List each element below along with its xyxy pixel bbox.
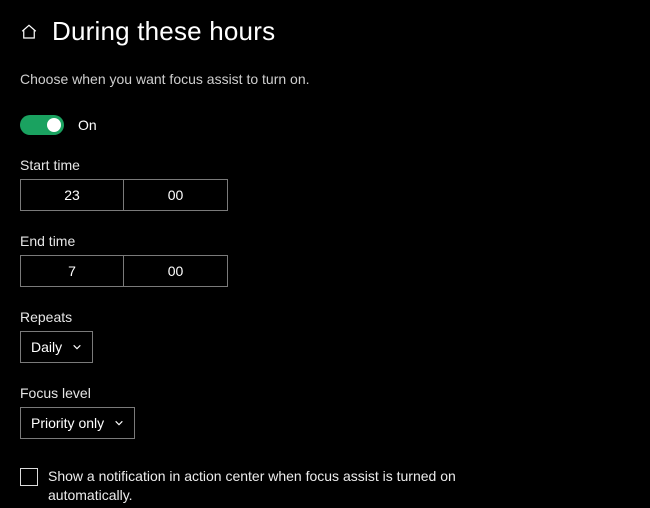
focus-level-dropdown[interactable]: Priority only [20,407,135,439]
repeats-label: Repeats [20,309,630,325]
home-icon[interactable] [20,23,38,41]
start-time-minute[interactable]: 00 [124,179,228,211]
repeats-value: Daily [31,339,62,355]
chevron-down-icon [72,342,82,352]
start-time-picker: 23 00 [20,179,630,211]
repeats-dropdown[interactable]: Daily [20,331,93,363]
focus-assist-toggle[interactable] [20,115,64,135]
end-time-hour[interactable]: 7 [20,255,124,287]
page-subtitle: Choose when you want focus assist to tur… [20,71,630,87]
toggle-knob [47,118,61,132]
start-time-hour[interactable]: 23 [20,179,124,211]
end-time-picker: 7 00 [20,255,630,287]
end-time-minute[interactable]: 00 [124,255,228,287]
focus-level-value: Priority only [31,415,104,431]
page-title: During these hours [52,16,275,47]
end-time-label: End time [20,233,630,249]
notify-checkbox-label: Show a notification in action center whe… [48,467,490,505]
start-time-label: Start time [20,157,630,173]
focus-level-label: Focus level [20,385,630,401]
page-header: During these hours [20,16,630,47]
notify-checkbox[interactable] [20,468,38,486]
toggle-state-label: On [78,117,97,133]
chevron-down-icon [114,418,124,428]
